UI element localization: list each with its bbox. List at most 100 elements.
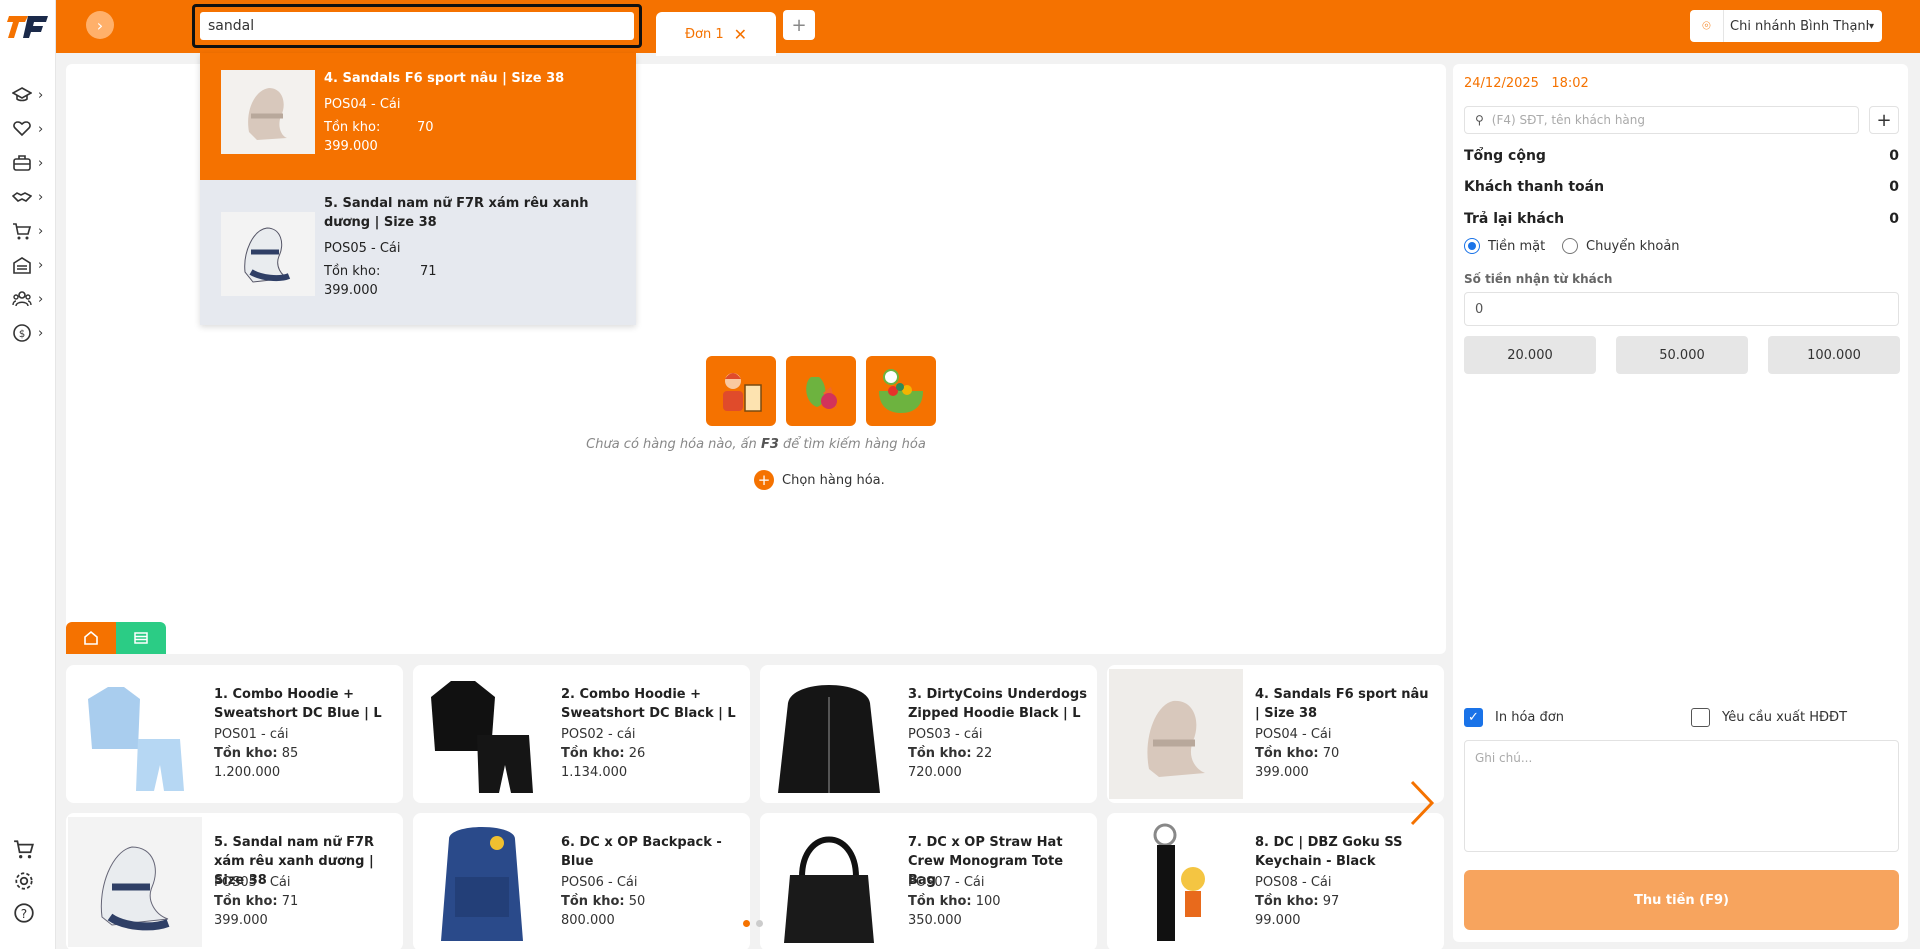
product-stock: Tồn kho: 71 (214, 894, 298, 909)
sidebar-item-care[interactable]: › (12, 116, 52, 142)
einvoice-option[interactable]: Yêu cầu xuất HĐĐT (1691, 708, 1847, 727)
result-code: POS05 - Cái (324, 241, 401, 256)
pagination-dots (743, 920, 763, 927)
stock-value: 71 (281, 894, 299, 909)
cart-icon[interactable] (13, 838, 35, 860)
product-price: 720.000 (908, 765, 962, 780)
sidebar-item-business[interactable]: › (12, 150, 52, 176)
list-icon (134, 632, 148, 644)
search-result-item[interactable]: 5. Sandal nam nữ F7R xám rêu xanh dương … (200, 180, 636, 325)
product-card[interactable]: 3. DirtyCoins Underdogs Zipped Hoodie Bl… (760, 665, 1097, 803)
product-card[interactable]: 8. DC | DBZ Goku SS Keychain - Black POS0… (1107, 813, 1444, 949)
payment-cash-option[interactable]: Tiền mặt (1464, 238, 1545, 254)
sidebar-item-customers[interactable]: › (12, 286, 52, 312)
product-title: 3. DirtyCoins Underdogs Zipped Hoodie Bl… (908, 687, 1087, 721)
product-price: 1.134.000 (561, 765, 628, 780)
tab-order-1[interactable]: Đơn 1 ✕ (656, 12, 776, 56)
list-view-button[interactable] (116, 622, 166, 654)
delivery-person-icon (706, 356, 776, 426)
branch-selector[interactable]: ⌾ Chi nhánh Bình Thạnh ▾ (1690, 10, 1882, 42)
product-image (415, 817, 549, 947)
branch-name: Chi nhánh Bình Thạnh (1730, 18, 1869, 34)
result-code: POS04 - Cái (324, 97, 401, 112)
stock-label: Tồn kho: (324, 264, 381, 279)
product-code: POS01 - cái (214, 727, 289, 742)
product-title: 1. Combo Hoodie + Sweatshort DC Blue | L (214, 687, 382, 721)
product-image (1109, 817, 1243, 947)
product-code: POS06 - Cái (561, 875, 638, 890)
stock-label: Tồn kho: (908, 894, 972, 909)
sidebar-item-sales[interactable]: › (12, 218, 52, 244)
order-datetime: 24/12/2025 18:02 (1464, 76, 1589, 91)
product-title: 8. DC | DBZ Goku SS Keychain - Black (1255, 835, 1403, 869)
result-title: 4. Sandals F6 sport nâu | Size 38 (324, 71, 565, 86)
quick-amount-button[interactable]: 20.000 (1464, 336, 1596, 374)
expand-menu-button[interactable]: › (86, 11, 114, 39)
product-card[interactable]: 6. DC x OP Backpack - Blue POS06 - Cái Tồn… (413, 813, 750, 949)
stock-label: Tồn kho: (214, 894, 278, 909)
quick-amount-button[interactable]: 100.000 (1768, 336, 1900, 374)
shortcut-key: F3 (760, 437, 779, 452)
product-stock: Tồn kho: 50 (561, 894, 645, 909)
product-card[interactable]: 2. Combo Hoodie + Sweatshort DC Black | … (413, 665, 750, 803)
stock-value: 85 (281, 746, 299, 761)
product-code: POS04 - Cái (1255, 727, 1332, 742)
result-price: 399.000 (324, 283, 378, 298)
add-order-tab-button[interactable]: + (783, 10, 815, 40)
customer-paid-row: Khách thanh toán 0 (1464, 179, 1899, 195)
product-code: POS03 - cái (908, 727, 983, 742)
empty-text-after: để tìm kiếm hàng hóa (778, 437, 926, 452)
product-card[interactable]: 5. Sandal nam nữ F7R xám rêu xanh dương … (66, 813, 403, 949)
empty-state-illustrations (706, 356, 936, 426)
change-label: Trả lại khách (1464, 211, 1565, 227)
product-price: 800.000 (561, 913, 615, 928)
add-customer-button[interactable]: + (1869, 106, 1899, 134)
result-price: 399.000 (324, 139, 378, 154)
checkbox-unchecked[interactable] (1691, 708, 1710, 727)
top-bar: › Đơn 1 ✕ + ⌾ Chi nhánh Bình Thạnh ▾ (56, 0, 1920, 56)
product-stock: Tồn kho: 70 (1255, 746, 1339, 761)
product-image (762, 669, 896, 799)
gear-icon[interactable] (13, 870, 35, 892)
stock-value: 100 (975, 894, 1001, 909)
payment-transfer-option[interactable]: Chuyển khoản (1562, 238, 1680, 254)
stock-value: 71 (420, 264, 437, 279)
product-card[interactable]: 7. DC x OP Straw Hat Crew Monogram Tote … (760, 813, 1097, 949)
customer-search-input[interactable] (1491, 113, 1858, 127)
product-search-input[interactable] (200, 12, 634, 40)
product-card[interactable]: 4. Sandals F6 sport nâu | Size 38 POS04 -… (1107, 665, 1444, 803)
print-invoice-option[interactable]: ✓ In hóa đơn (1464, 708, 1564, 727)
product-card[interactable]: 1. Combo Hoodie + Sweatshort DC Blue | L… (66, 665, 403, 803)
sidebar-item-partners[interactable]: › (12, 184, 52, 210)
checkout-panel: 24/12/2025 18:02 ⚲ + Tổng cộng 0 Khách th… (1453, 64, 1908, 942)
order-time: 18:02 (1551, 76, 1589, 91)
brand-logo (7, 16, 48, 38)
quick-amount-button[interactable]: 50.000 (1616, 336, 1748, 374)
grid-view-button[interactable] (66, 622, 116, 654)
checkbox-checked[interactable]: ✓ (1464, 708, 1483, 727)
next-page-arrow-icon[interactable] (1406, 778, 1436, 828)
product-stock: Tồn kho: 85 (214, 746, 298, 761)
search-result-item[interactable]: 4. Sandals F6 sport nâu | Size 38 POS04 … (200, 53, 636, 180)
sidebar-item-warehouse[interactable]: › (12, 252, 52, 278)
warehouse-icon (13, 257, 31, 274)
transfer-label: Chuyển khoản (1586, 238, 1680, 254)
page-dot[interactable] (756, 920, 763, 927)
close-icon[interactable]: ✕ (734, 25, 747, 44)
received-amount-input[interactable] (1464, 292, 1899, 326)
product-stock: Tồn kho: 22 (908, 746, 992, 761)
choose-goods-button[interactable]: + Chọn hàng hóa. (754, 470, 885, 490)
page-dot-active[interactable] (743, 920, 750, 927)
collect-payment-button[interactable]: Thu tiền (F9) (1464, 870, 1899, 930)
sidebar-item-finance[interactable]: $ › (12, 320, 52, 346)
radio-checked[interactable] (1464, 238, 1480, 254)
sidebar-item-education[interactable]: › (12, 82, 52, 108)
coin-icon: $ (13, 324, 31, 342)
radio-unchecked[interactable] (1562, 238, 1578, 254)
cart-icon (13, 223, 32, 240)
product-title: 2. Combo Hoodie + Sweatshort DC Black | … (561, 687, 736, 721)
help-icon[interactable]: ? (13, 902, 35, 924)
order-note-input[interactable] (1464, 740, 1899, 852)
handshake-icon (12, 192, 32, 202)
total-label: Tổng cộng (1464, 148, 1546, 164)
